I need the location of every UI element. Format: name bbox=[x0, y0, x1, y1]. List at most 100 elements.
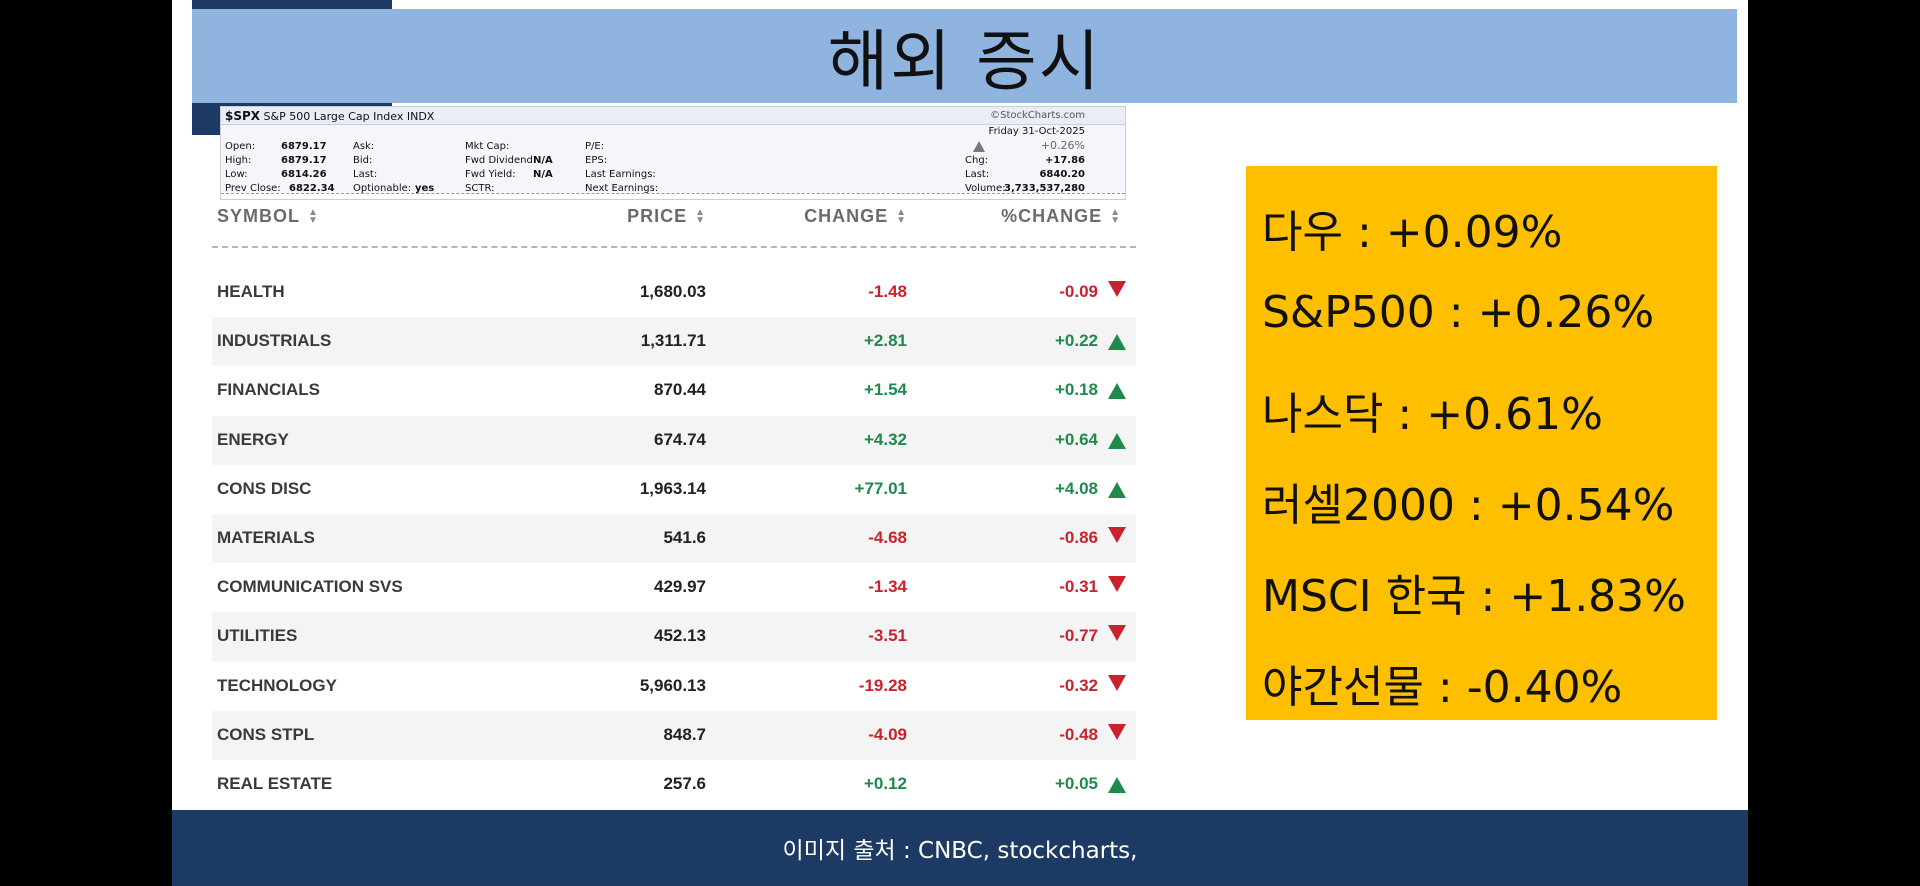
index-symbol: $SPX bbox=[225, 109, 261, 123]
header-change[interactable]: CHANGE ▲ ▼ bbox=[804, 206, 907, 227]
quote-col-3: Mkt Cap: Fwd Dividend: Fwd Yield: SCTR: … bbox=[465, 140, 553, 196]
low-value: 6814.26 bbox=[281, 169, 327, 180]
pct-change-cell: -0.48 bbox=[1059, 724, 1098, 744]
title-bar: 해외 증시 bbox=[192, 9, 1737, 103]
header-symbol[interactable]: SYMBOL ▲ ▼ bbox=[217, 206, 319, 227]
pct-change-cell: -0.09 bbox=[1059, 282, 1098, 301]
header-price-label: PRICE bbox=[627, 206, 688, 226]
table-row[interactable]: HEALTH 1,680.03 -1.48 -0.09 bbox=[212, 268, 1136, 317]
summary-dow: 다우 : +0.09% bbox=[1262, 207, 1563, 258]
change-cell: -3.51 bbox=[868, 626, 907, 646]
sort-icon: ▲ ▼ bbox=[308, 207, 319, 227]
down-arrow-icon bbox=[1108, 674, 1126, 691]
change-cell: +1.54 bbox=[863, 380, 907, 400]
open-label: Open: bbox=[225, 141, 256, 152]
table-row[interactable]: COMMUNICATION SVS 429.97 -1.34 -0.31 bbox=[212, 563, 1136, 612]
change-cell: +0.12 bbox=[863, 773, 907, 793]
pct-change-cell: -0.32 bbox=[1059, 675, 1098, 695]
slide: 해외 증시 $SPX S&P 500 Large Cap Index INDX … bbox=[172, 0, 1748, 886]
table-row[interactable]: REAL ESTATE 257.6 +0.12 +0.05 bbox=[212, 760, 1136, 809]
price-cell: 1,311.71 bbox=[640, 331, 706, 351]
price-cell: 452.13 bbox=[654, 626, 706, 646]
change-cell: -19.28 bbox=[858, 675, 907, 695]
pct-change-cell: +0.64 bbox=[1054, 429, 1098, 449]
up-arrow-icon bbox=[1108, 432, 1126, 449]
high-value: 6879.17 bbox=[281, 155, 327, 166]
stockcharts-header: $SPX S&P 500 Large Cap Index INDX ©Stock… bbox=[221, 107, 1125, 125]
last-price-value: 6840.20 bbox=[1039, 169, 1085, 180]
price-cell: 870.44 bbox=[654, 380, 706, 400]
mkt-cap-label: Mkt Cap: bbox=[465, 141, 510, 152]
table-row[interactable]: UTILITIES 452.13 -3.51 -0.77 bbox=[212, 612, 1136, 662]
header-pct-change[interactable]: %CHANGE ▲ ▼ bbox=[1001, 206, 1121, 227]
quote-col-2: Ask: Bid: Last: Optionable: yes bbox=[353, 140, 434, 196]
open-value: 6879.17 bbox=[281, 141, 327, 152]
fwd-dividend-value: N/A bbox=[533, 155, 553, 166]
header-price[interactable]: PRICE ▲ ▼ bbox=[627, 206, 706, 227]
price-cell: 848.7 bbox=[663, 724, 706, 744]
sort-icon: ▲ ▼ bbox=[695, 207, 706, 227]
symbol-cell: TECHNOLOGY bbox=[217, 675, 337, 695]
down-arrow-icon bbox=[1108, 576, 1126, 593]
symbol-cell: FINANCIALS bbox=[217, 380, 320, 400]
summary-russell2000: 러셀2000 : +0.54% bbox=[1262, 480, 1675, 531]
pct-change-cell: +0.05 bbox=[1054, 773, 1098, 793]
pct-change-cell: -0.31 bbox=[1059, 577, 1098, 597]
up-arrow-icon bbox=[1108, 334, 1126, 351]
fwd-yield-label: Fwd Yield: bbox=[465, 169, 516, 180]
table-row[interactable]: TECHNOLOGY 5,960.13 -19.28 -0.32 bbox=[212, 662, 1136, 711]
price-cell: 1,680.03 bbox=[639, 282, 706, 301]
change-cell: +4.32 bbox=[863, 429, 907, 449]
table-row[interactable]: CONS STPL 848.7 -4.09 -0.48 bbox=[212, 710, 1136, 760]
header-change-label: CHANGE bbox=[804, 206, 889, 226]
up-arrow-icon bbox=[1108, 383, 1126, 400]
price-cell: 257.6 bbox=[663, 773, 706, 793]
index-summary-box: 다우 : +0.09% S&P500 : +0.26% 나스닥 : +0.61%… bbox=[1246, 166, 1717, 720]
table-row[interactable]: MATERIALS 541.6 -4.68 -0.86 bbox=[212, 513, 1136, 564]
symbol-cell: HEALTH bbox=[217, 282, 285, 301]
pct-change-cell: -0.86 bbox=[1059, 527, 1098, 547]
change-cell: +2.81 bbox=[863, 331, 907, 351]
down-arrow-icon bbox=[1108, 526, 1126, 543]
quote-col-right: Chg: Last: Volume: +17.86 6840.20 3,733,… bbox=[965, 154, 1085, 196]
table-body: HEALTH 1,680.03 -1.48 -0.09 INDUSTRIALS … bbox=[212, 268, 1136, 809]
header-symbol-label: SYMBOL bbox=[217, 206, 301, 226]
symbol-cell: CONS STPL bbox=[217, 724, 315, 744]
price-cell: 541.6 bbox=[663, 527, 706, 547]
header-pct-change-label: %CHANGE bbox=[1001, 206, 1103, 226]
up-arrow-icon bbox=[1108, 776, 1126, 793]
chg-value: +17.86 bbox=[1044, 155, 1085, 166]
summary-night-futures: 야간선물 : -0.40% bbox=[1262, 662, 1623, 713]
table-row[interactable]: INDUSTRIALS 1,311.71 +2.81 +0.22 bbox=[212, 317, 1136, 367]
change-cell: +77.01 bbox=[854, 478, 907, 498]
table-row[interactable]: FINANCIALS 870.44 +1.54 +0.18 bbox=[212, 366, 1136, 415]
table-row[interactable]: CONS DISC 1,963.14 +77.01 +4.08 bbox=[212, 465, 1136, 514]
price-cell: 674.74 bbox=[654, 429, 706, 449]
change-cell: -1.48 bbox=[868, 282, 907, 301]
panel-cutoff bbox=[221, 193, 1125, 199]
symbol-cell: ENERGY bbox=[217, 429, 289, 449]
pct-change-cell: +0.22 bbox=[1054, 331, 1098, 351]
summary-nasdaq: 나스닥 : +0.61% bbox=[1262, 389, 1603, 440]
fwd-dividend-label: Fwd Dividend: bbox=[465, 155, 537, 166]
source-label: ©StockCharts.com bbox=[990, 110, 1085, 121]
last-label: Last: bbox=[353, 169, 378, 180]
pct-change-cell: +4.08 bbox=[1054, 478, 1098, 498]
symbol-cell: UTILITIES bbox=[217, 626, 298, 646]
quote-percent: +0.26% bbox=[1040, 139, 1085, 152]
quote-date: Friday 31-Oct-2025 bbox=[988, 126, 1085, 137]
summary-msci-korea: MSCI 한국 : +1.83% bbox=[1262, 571, 1686, 622]
price-cell: 1,963.14 bbox=[639, 478, 706, 498]
high-label: High: bbox=[225, 155, 252, 166]
fwd-yield-value: N/A bbox=[533, 169, 553, 180]
stockcharts-quote-panel: $SPX S&P 500 Large Cap Index INDX ©Stock… bbox=[220, 106, 1126, 200]
symbol-cell: INDUSTRIALS bbox=[217, 331, 332, 351]
ask-label: Ask: bbox=[353, 141, 375, 152]
symbol-cell: CONS DISC bbox=[217, 478, 312, 498]
price-cell: 5,960.13 bbox=[639, 675, 706, 695]
pct-change-cell: -0.77 bbox=[1059, 626, 1098, 646]
change-cell: -1.34 bbox=[868, 577, 907, 597]
up-arrow-icon bbox=[1108, 481, 1126, 498]
table-row[interactable]: ENERGY 674.74 +4.32 +0.64 bbox=[212, 415, 1136, 465]
sort-icon: ▲ ▼ bbox=[896, 207, 907, 227]
